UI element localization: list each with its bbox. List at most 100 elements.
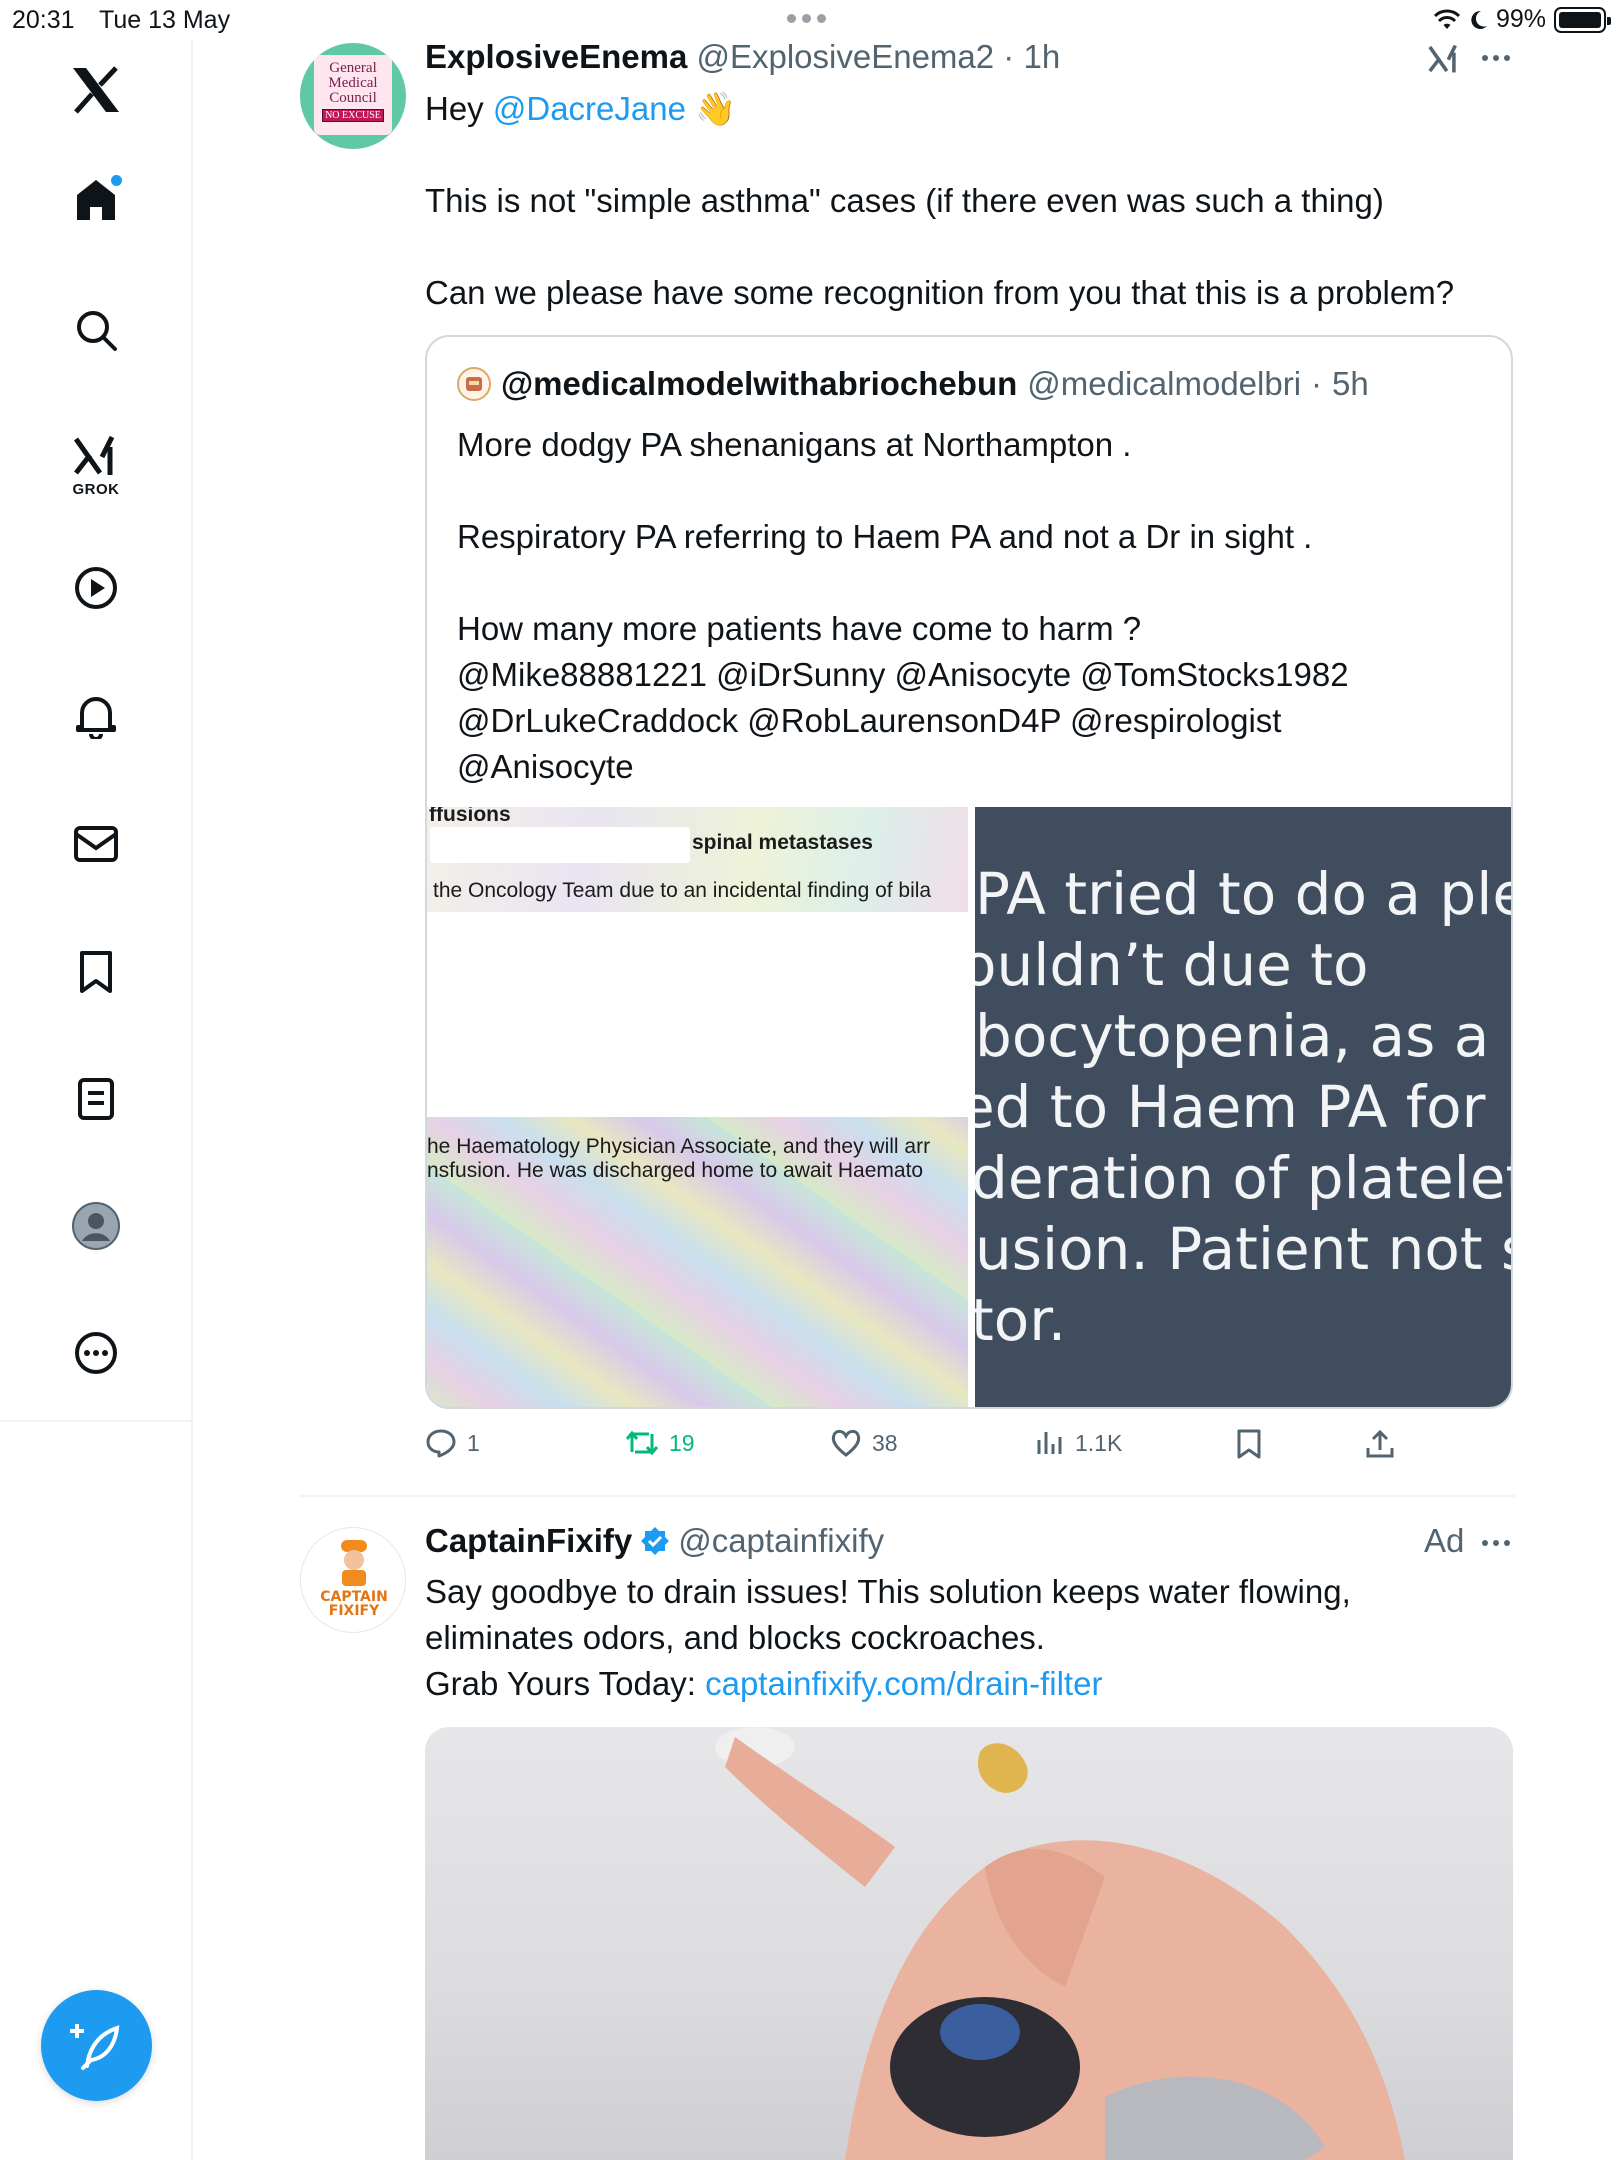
post-time[interactable]: 1h (1023, 38, 1060, 75)
image-text-line: ouldn’t due to (975, 931, 1369, 999)
ad-text-line: eliminates odors, and blocks cockroaches… (425, 1619, 1045, 1656)
avatar-text: Medical (328, 75, 378, 91)
status-bar: 20:31 Tue 13 May 99% (0, 0, 1620, 40)
ad-author-avatar[interactable]: CAPTAIN FIXIFY (300, 1527, 406, 1633)
quoted-image-text-screenshot[interactable]: PA tried to do a pleura ouldn’t due to b… (975, 807, 1513, 1407)
reply-icon (426, 1429, 456, 1458)
avatar-text: FIXIFY (328, 1603, 380, 1619)
quoted-author-name[interactable]: @medicalmodelwithabriochebun (501, 365, 1017, 403)
ad-text: Grab Yours Today: (425, 1665, 696, 1702)
status-date: Tue 13 May (99, 6, 231, 34)
document-text: the Oncology Team due to an incidental f… (433, 879, 932, 902)
quoted-text-line: @Mike88881221 @iDrSunny @Anisocyte @TomS… (457, 656, 1349, 693)
image-text-line: usion. Patient not see (975, 1215, 1511, 1283)
quoted-author-avatar[interactable] (457, 367, 491, 401)
sidebar: GROK (0, 40, 193, 2160)
quoted-post-time[interactable]: 5h (1332, 365, 1369, 403)
notification-dot (111, 175, 122, 186)
grok-explain-icon[interactable] (1427, 42, 1461, 76)
views-chart-icon (1037, 1432, 1062, 1454)
views-button[interactable]: 1.1K (1035, 1428, 1122, 1458)
more-menu-icon[interactable] (1481, 1539, 1511, 1547)
share-button[interactable] (1365, 1428, 1395, 1460)
battery-percent: 99% (1495, 5, 1546, 33)
ad-header: CaptainFixify @captainfixify (425, 1522, 884, 1560)
ad-author-name[interactable]: CaptainFixify (425, 1522, 632, 1560)
tweet-text-line: This is not "simple asthma" cases (if th… (425, 182, 1384, 219)
grok-icon[interactable]: GROK (66, 425, 126, 505)
grok-label: GROK (72, 480, 120, 498)
redaction-box (430, 827, 690, 863)
avatar-text: EXCUSE (342, 110, 381, 121)
like-button[interactable]: 38 (830, 1428, 898, 1458)
tweet-author-avatar[interactable]: General Medical Council NO EXCUSE (300, 43, 406, 149)
multitasking-dots-icon[interactable] (787, 14, 826, 23)
quoted-post-card[interactable]: @medicalmodelwithabriochebun @medicalmod… (425, 335, 1513, 1409)
like-count: 38 (872, 1429, 898, 1456)
quoted-author-handle[interactable]: @medicalmodelbri (1027, 365, 1301, 403)
avatar-text: General (329, 60, 377, 76)
reply-button[interactable]: 1 (425, 1428, 480, 1458)
status-time: 20:31 (12, 6, 75, 34)
quoted-text-line: Respiratory PA referring to Haem PA and … (457, 518, 1313, 555)
battery-icon (1554, 6, 1611, 33)
separator-dot: · (1003, 38, 1015, 75)
status-indicators: 99% (1433, 5, 1611, 34)
ad-link[interactable]: captainfixify.com/drain-filter (705, 1665, 1102, 1702)
ad-author-handle[interactable]: @captainfixify (678, 1522, 884, 1560)
bookmark-icon (1237, 1429, 1261, 1459)
wave-emoji: 👋 (695, 90, 737, 127)
quoted-text-line: More dodgy PA shenanigans at Northampton… (457, 426, 1132, 463)
reply-count: 1 (467, 1429, 480, 1456)
bookmark-button[interactable] (1235, 1428, 1263, 1460)
image-text-line: ed to Haem PA for (975, 1073, 1486, 1141)
search-icon[interactable] (66, 300, 126, 360)
image-text-line: PA tried to do a pleura (975, 860, 1511, 928)
ad-text-line: Grab Yours Today: captainfixify.com/drai… (425, 1661, 1102, 1707)
image-text-line: deration of platelet (975, 1144, 1513, 1212)
quoted-text-line: @Anisocyte (457, 748, 634, 785)
author-handle[interactable]: @ExplosiveEnema2 (696, 38, 994, 75)
ad-text-line: Say goodbye to drain issues! This soluti… (425, 1573, 1351, 1610)
tweet-text-line: Hey @DacreJane 👋 (425, 86, 736, 132)
document-text: spinal metastases (692, 831, 873, 854)
notifications-bell-icon[interactable] (66, 686, 126, 746)
messages-envelope-icon[interactable] (66, 814, 126, 874)
quoted-text-line: @DrLukeCraddock @RobLaurensonD4P @respir… (457, 702, 1282, 739)
ad-video-frame (715, 1727, 1405, 2160)
document-blank-area (427, 912, 968, 1117)
share-icon (1366, 1429, 1394, 1458)
ad-label: Ad (1424, 1522, 1465, 1559)
x-logo-icon[interactable] (66, 60, 126, 120)
lists-icon[interactable] (66, 1069, 126, 1129)
view-count: 1.1K (1075, 1429, 1123, 1456)
image-text-line: bocytopenia, as a res (975, 1002, 1511, 1070)
post-action-bar: 1 19 38 1.1K (425, 1428, 1515, 1468)
quoted-text-line: How many more patients have come to harm… (457, 610, 1142, 647)
document-text: he Haematology Physician Associate, and … (427, 1135, 931, 1158)
image-text-line: tor. (975, 1286, 1067, 1354)
avatar-text: Council (329, 90, 377, 106)
document-text: nsfusion. He was discharged home to awai… (427, 1159, 924, 1182)
profile-avatar-icon[interactable] (66, 1196, 126, 1256)
wifi-icon (1433, 9, 1460, 29)
home-icon[interactable] (66, 170, 126, 230)
mention-link[interactable]: @DacreJane (493, 90, 686, 127)
post-divider (300, 1495, 1515, 1497)
quoted-image-document[interactable]: ffusions spinal metastases the Oncology … (427, 807, 968, 1407)
compose-feather-icon (69, 2023, 119, 2070)
repost-button[interactable]: 19 (625, 1428, 695, 1458)
ad-video-media[interactable] (425, 1727, 1513, 2160)
avatar-text: NO (325, 110, 340, 121)
separator-dot: · (1311, 365, 1323, 402)
bookmarks-icon[interactable] (66, 942, 126, 1002)
more-menu-icon[interactable] (1481, 54, 1511, 62)
moon-icon (1471, 10, 1487, 29)
more-options-icon[interactable] (66, 1323, 126, 1383)
repost-count: 19 (669, 1429, 695, 1456)
author-name[interactable]: ExplosiveEnema (425, 38, 687, 75)
compose-post-button[interactable] (41, 1990, 152, 2101)
tweet-text-line: Can we please have some recognition from… (425, 274, 1455, 311)
video-icon[interactable] (66, 558, 126, 618)
tweet-header: ExplosiveEnema @ExplosiveEnema2 · 1h (425, 38, 1060, 76)
